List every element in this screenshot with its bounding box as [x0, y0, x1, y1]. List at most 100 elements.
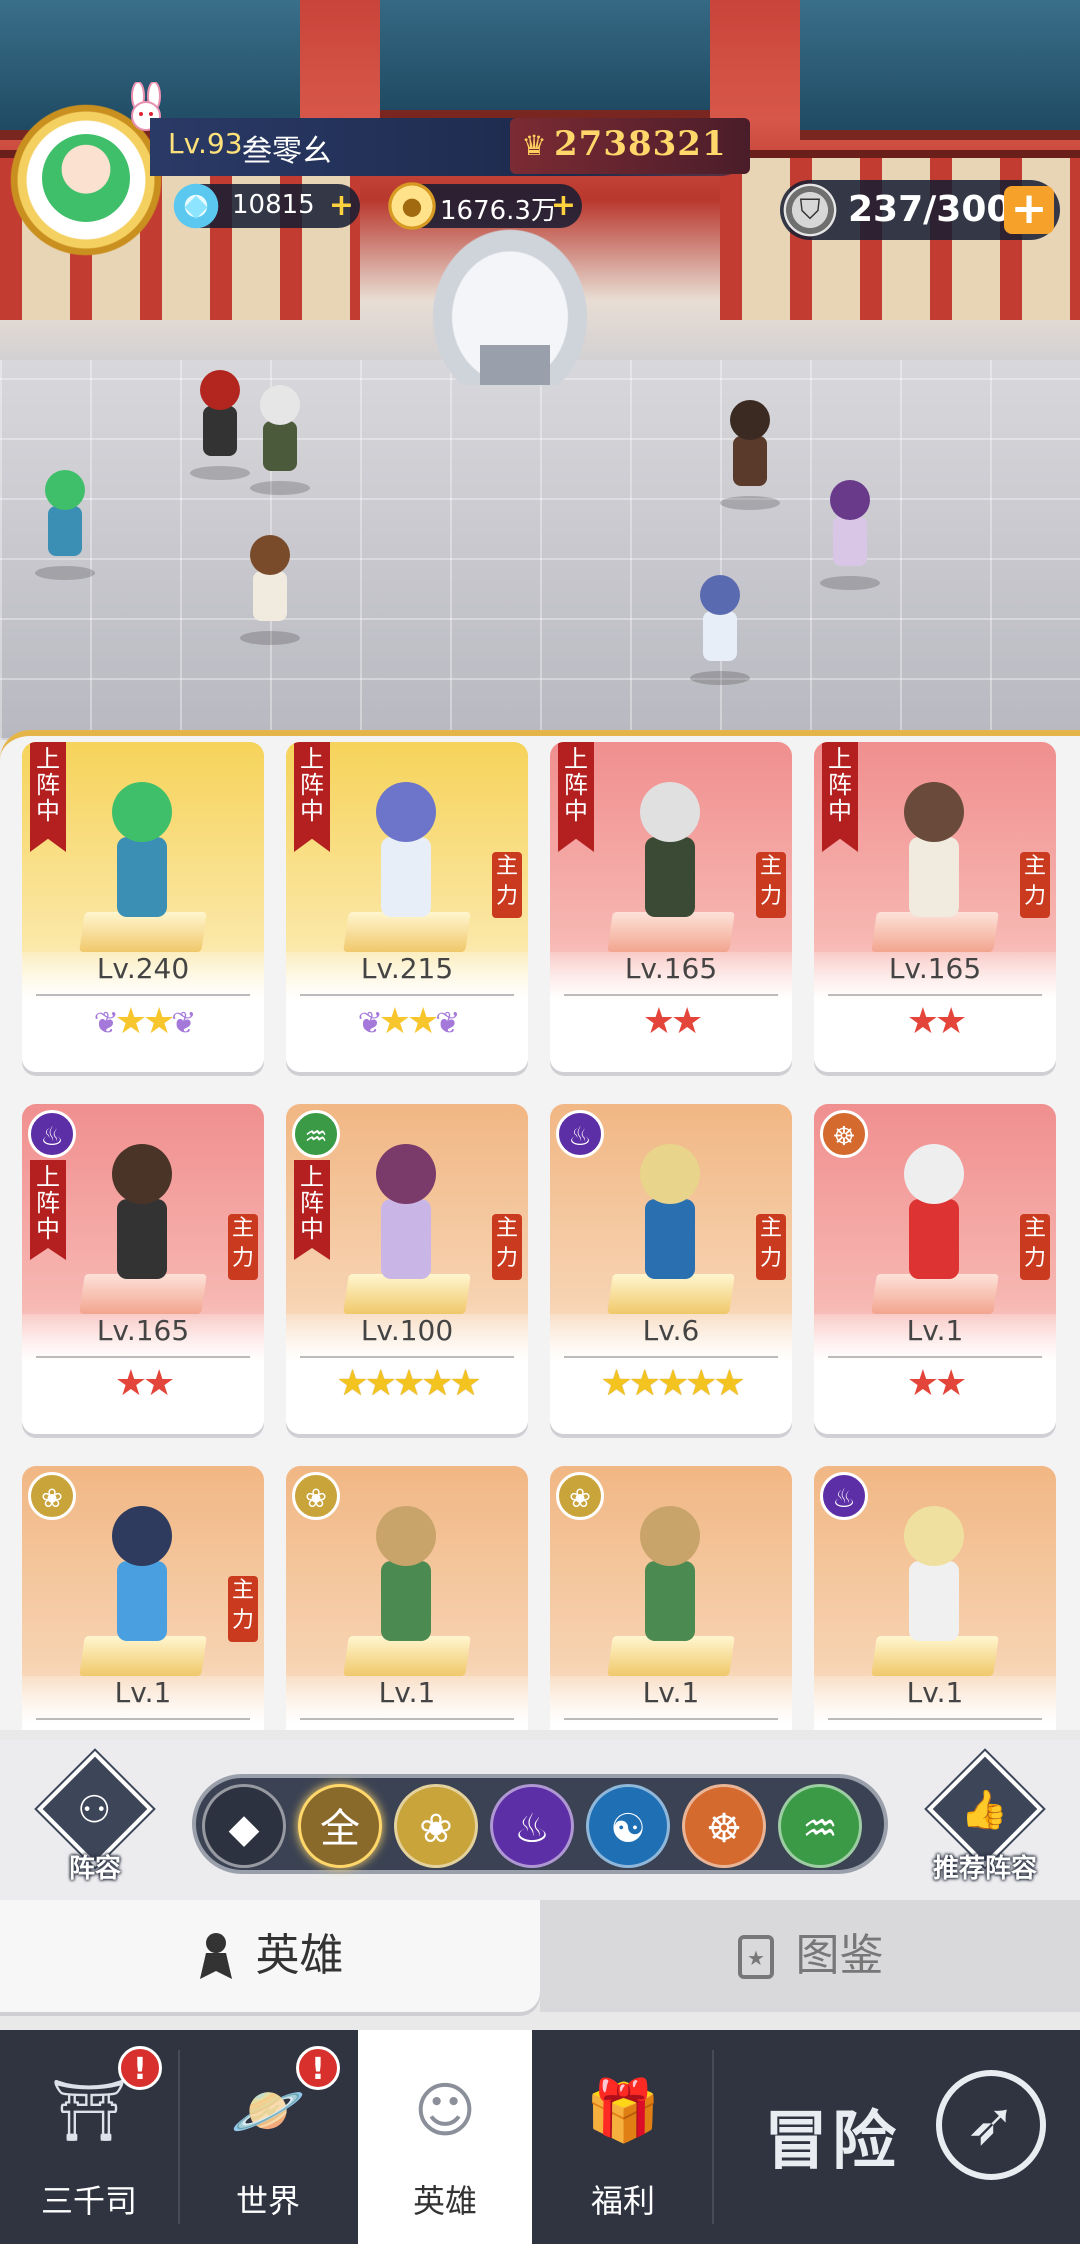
hero-tabs: 英雄 ★ 图鉴 [0, 1900, 1080, 2020]
hero-list-panel: 上阵中 Lv.240 ❦★★❦ 上阵中 主力 Lv.215 ❦★★❦ 上阵中 主力 Lv.165 ★… [0, 730, 1080, 1730]
all-filter-icon: 全 [320, 1806, 360, 1852]
hero-portrait [620, 782, 720, 932]
yin-yang-filter-button[interactable]: ☯ [586, 1784, 670, 1868]
hero-stars: ★★ [906, 1001, 968, 1042]
hero-card[interactable]: ♨ Lv.1 ★★★★★ [814, 1466, 1056, 1730]
player-avatar[interactable] [6, 82, 166, 260]
tab-heroes-label: 英雄 [255, 1930, 344, 1981]
hero-silhouette-icon [200, 1933, 233, 1979]
hero-card[interactable]: 上阵中 主力 Lv.165 ★★ [550, 742, 792, 1072]
lotus-filter-button[interactable]: ❀ [394, 1784, 478, 1868]
in-lineup-banner: 上阵中 [30, 1160, 66, 1260]
main-force-tag: 主力 [1020, 852, 1050, 918]
hero-level: Lv.100 [360, 1314, 454, 1347]
lotus-icon: ❀ [419, 1806, 453, 1852]
adventure-button[interactable]: 冒险 ➶ [714, 2030, 1080, 2244]
notification-badge: ! [296, 2046, 340, 2090]
hero-stars: ★★★★★ [22, 1724, 264, 1730]
stone-courtyard [0, 360, 1080, 740]
stamina-value: 237/300 [848, 189, 1012, 230]
dna-icon: ♒ [292, 1110, 340, 1158]
dna-filter-button[interactable]: ♒ [778, 1784, 862, 1868]
hero-level: Lv.240 [96, 952, 190, 985]
book-star-icon: ★ [738, 1935, 775, 1979]
nav-three-thousand-office[interactable]: ⛩ ! 三千司 [0, 2030, 178, 2244]
combat-power-icon: ♛ [521, 129, 547, 162]
hero-card[interactable]: 上阵中 主力 Lv.215 ❦★★❦ [286, 742, 528, 1072]
main-force-tag: 主力 [228, 1214, 258, 1280]
hero-sprite-goggles[interactable] [235, 535, 305, 645]
tab-heroes[interactable]: 英雄 [0, 1900, 540, 2012]
player-name: 叁零幺 [242, 134, 332, 169]
hero-sprite-swordsman[interactable] [715, 400, 785, 510]
recommended-lineup-button[interactable]: 👍 推荐阵容 [920, 1751, 1050, 1888]
wing-right-icon: ❦ [435, 1006, 460, 1041]
hero-stars: ❦★★❦ [93, 1001, 197, 1042]
hero-level: Lv.1 [906, 1314, 964, 1347]
tab-atlas[interactable]: ★ 图鉴 [540, 1900, 1080, 2012]
add-stamina-button[interactable]: + [1004, 186, 1054, 234]
stamina-counter: ⛉ 237/300 + [780, 180, 1060, 240]
hero-card[interactable]: ❀ 主力 Lv.1 ★★★★★ [22, 1466, 264, 1730]
in-lineup-banner: 上阵中 [294, 742, 330, 852]
add-gems-button[interactable]: + [329, 191, 354, 221]
notification-badge: ! [118, 2046, 162, 2090]
hero-stars: ★★★★★ [814, 1724, 1056, 1730]
faction-filter-row: ◆ 全 ❀ ♨ ☯ ☸ ♒ [192, 1774, 888, 1874]
lineup-button[interactable]: ⚇ 阵容 [30, 1751, 160, 1888]
gift-box-icon: 🎁 [585, 2076, 661, 2146]
hero-card[interactable]: 上阵中 Lv.240 ❦★★❦ [22, 742, 264, 1072]
all-filter-filter-button[interactable]: 全 [298, 1784, 382, 1868]
hero-portrait [884, 1144, 984, 1294]
hero-sprite-purple-hair[interactable] [815, 480, 885, 590]
nav-welfare[interactable]: 🎁 福利 [534, 2030, 712, 2244]
helmet-stamina-icon: ⛉ [782, 182, 838, 238]
hero-sprite-green-hair[interactable] [30, 470, 100, 580]
yin-yang-icon: ☯ [610, 1806, 646, 1852]
hero-sprite-white-hair[interactable] [245, 385, 315, 495]
hero-stars: ★★ [906, 1363, 968, 1404]
hero-portrait [884, 782, 984, 932]
hero-card[interactable]: 上阵中 主力 Lv.165 ★★ [814, 742, 1056, 1072]
purple-flame-icon: ♨ [514, 1806, 550, 1852]
hero-sprite-fox-girl[interactable] [685, 575, 755, 685]
gold-counter: ● 1676.3万 + [386, 180, 582, 232]
hero-card[interactable]: ☸ 主力 Lv.1 ★★ [814, 1104, 1056, 1434]
main-force-tag: 主力 [492, 1214, 522, 1280]
main-force-tag: 主力 [1020, 1214, 1050, 1280]
hero-portrait [356, 1506, 456, 1656]
meditation-filter-button[interactable]: ☸ [682, 1784, 766, 1868]
recommended-lineup-label: 推荐阵容 [932, 1854, 1037, 1884]
add-gold-button[interactable]: + [551, 191, 576, 221]
hero-card[interactable]: ♒ 上阵中 主力 Lv.100 ★★★★★ [286, 1104, 528, 1434]
hero-level: Lv.6 [642, 1314, 700, 1347]
meditation-icon: ☸ [706, 1806, 742, 1852]
tab-atlas-label: 图鉴 [795, 1930, 884, 1981]
hero-level: Lv.1 [906, 1676, 964, 1709]
hero-stars: ❦★★❦ [357, 1001, 461, 1042]
hero-card[interactable]: ❀ Lv.1 ★★★★★ [286, 1466, 528, 1730]
in-lineup-banner: 上阵中 [558, 742, 594, 852]
hero-card[interactable]: ♨ 主力 Lv.6 ★★★★★ [550, 1104, 792, 1434]
diamonds-filter-button[interactable]: ◆ [202, 1784, 286, 1868]
hero-level: Lv.215 [360, 952, 454, 985]
lotus-icon: ❀ [28, 1472, 76, 1520]
purple-flame-icon: ♨ [28, 1110, 76, 1158]
hero-stars: ★★ [642, 1001, 704, 1042]
hero-level: Lv.1 [114, 1676, 172, 1709]
hero-level: Lv.165 [888, 952, 982, 985]
gem-value: 10815 [232, 190, 315, 220]
hero-card[interactable]: ♨ 上阵中 主力 Lv.165 ★★ [22, 1104, 264, 1434]
main-force-tag: 主力 [228, 1576, 258, 1642]
nav-label: 三千司 [40, 2182, 137, 2220]
hero-portrait [92, 1506, 192, 1656]
hero-level: Lv.165 [624, 952, 718, 985]
in-lineup-banner: 上阵中 [30, 742, 66, 852]
combat-power: ♛ 2738321 [510, 118, 750, 174]
nav-heroes[interactable]: ☺ 英雄 [358, 2030, 532, 2244]
purple-flame-filter-button[interactable]: ♨ [490, 1784, 574, 1868]
gold-value: 1676.3万 [440, 196, 557, 226]
wing-left-icon: ❦ [357, 1006, 383, 1041]
nav-world[interactable]: 🪐 ! 世界 [180, 2030, 356, 2244]
hero-card[interactable]: ❀ Lv.1 ★★★★★ [550, 1466, 792, 1730]
